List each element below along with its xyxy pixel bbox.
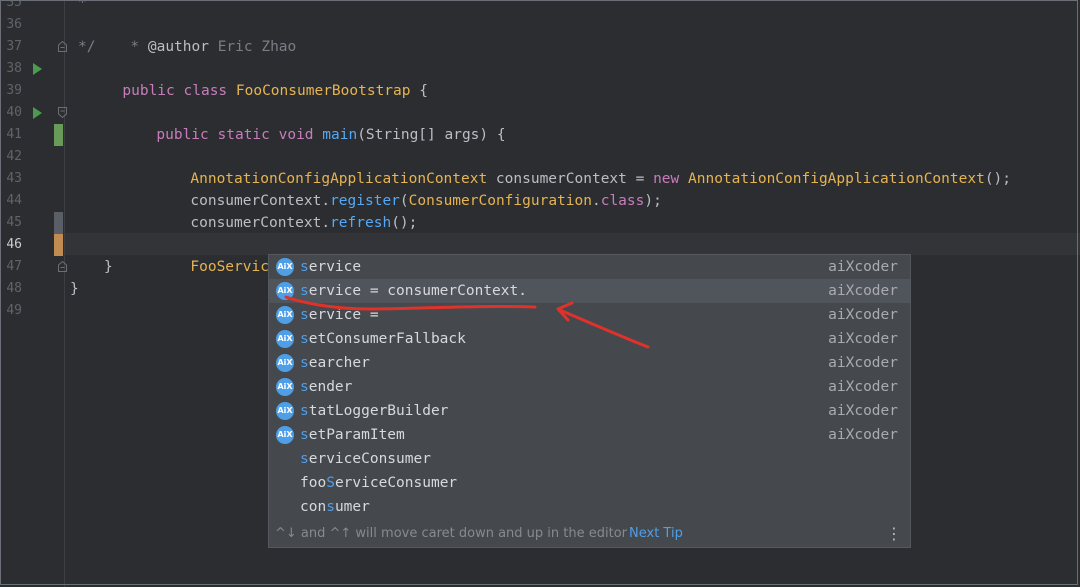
screenshot-border bbox=[0, 0, 1078, 585]
code-editor[interactable]: 35 36 37 38 39 40 41 42 43 44 45 46 47 4… bbox=[0, 0, 1080, 587]
